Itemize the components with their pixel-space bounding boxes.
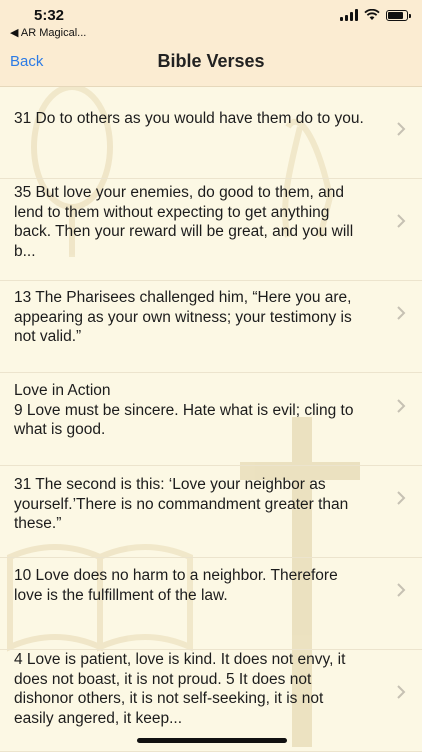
verse-list: 31 Do to others as you would have them d… — [0, 87, 422, 752]
verse-text: 31 The second is this: ‘Love your neighb… — [14, 476, 349, 532]
list-item[interactable]: 4 Love is patient, love is kind. It does… — [0, 650, 422, 752]
chevron-right-icon — [397, 491, 406, 505]
home-indicator[interactable] — [137, 738, 287, 743]
status-time: 5:32 — [34, 7, 65, 24]
chevron-right-icon — [397, 214, 406, 228]
list-item[interactable]: 13 The Pharisees challenged him, “Here y… — [0, 281, 422, 373]
navigation-bar: Back Bible Verses — [0, 42, 422, 87]
list-item[interactable]: 31 The second is this: ‘Love your neighb… — [0, 466, 422, 558]
battery-icon — [386, 9, 411, 21]
chevron-right-icon — [397, 583, 406, 597]
page-title: Bible Verses — [157, 51, 265, 71]
list-item[interactable]: 35 But love your enemies, do good to the… — [0, 179, 422, 281]
verse-text: Love in Action 9 Love must be sincere. H… — [14, 382, 354, 438]
chevron-right-icon — [397, 122, 406, 136]
list-item[interactable]: 31 Do to others as you would have them d… — [0, 87, 422, 179]
signal-icon — [340, 9, 358, 21]
verse-text: 31 Do to others as you would have them d… — [14, 110, 364, 127]
verse-text: 4 Love is patient, love is kind. It does… — [14, 651, 346, 727]
verse-text: 10 Love does no harm to a neighbor. Ther… — [14, 567, 338, 604]
list-item[interactable]: Love in Action 9 Love must be sincere. H… — [0, 373, 422, 466]
chevron-right-icon — [397, 399, 406, 413]
list-item[interactable]: 10 Love does no harm to a neighbor. Ther… — [0, 558, 422, 650]
status-icons — [340, 9, 411, 21]
verse-text: 13 The Pharisees challenged him, “Here y… — [14, 289, 352, 345]
status-bar: 5:32 ◀ AR Magical... — [0, 0, 422, 42]
return-to-app-link[interactable]: ◀ AR Magical... — [10, 26, 86, 39]
wifi-icon — [364, 9, 380, 20]
chevron-right-icon — [397, 306, 406, 320]
verse-text: 35 But love your enemies, do good to the… — [14, 184, 354, 260]
chevron-right-icon — [397, 685, 406, 699]
